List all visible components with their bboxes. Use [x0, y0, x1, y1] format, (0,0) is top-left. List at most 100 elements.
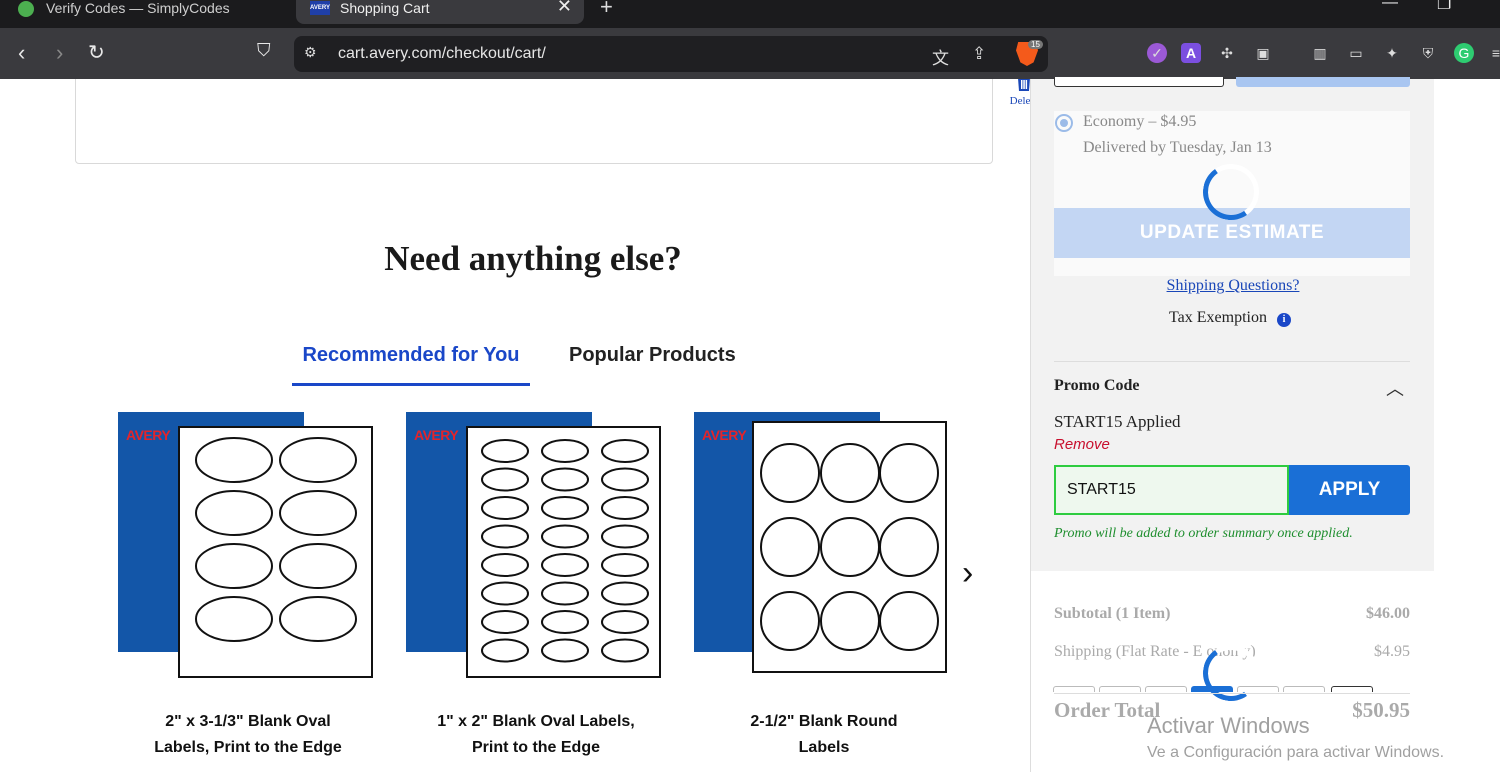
label-sheet — [178, 426, 373, 678]
extensions-puzzle-icon[interactable]: ✣ — [1217, 43, 1237, 63]
product-card[interactable]: AVERY 2" x 3-1/3" Blank Oval Labels, Pri… — [118, 412, 378, 756]
brand-text: AVERY — [126, 427, 171, 443]
leo-ai-icon[interactable]: ✦ — [1382, 43, 1402, 63]
oval-label-shape — [541, 610, 589, 634]
oval-label-shape — [481, 553, 529, 577]
promo-code-input[interactable] — [1054, 465, 1289, 515]
oval-label-shape — [541, 439, 589, 463]
vpn-shield-icon[interactable]: ⛨ — [1418, 43, 1438, 63]
subtotal-value: $46.00 — [1366, 605, 1410, 622]
oval-label-shape — [541, 581, 589, 606]
product-name-line: 1" x 2" Blank Oval Labels, — [437, 713, 635, 730]
extension-icon[interactable]: ✓ — [1147, 43, 1167, 63]
sidebar-icon[interactable]: ▥ — [1310, 43, 1330, 63]
promo-note: Promo will be added to order summary onc… — [1054, 526, 1353, 541]
grammarly-icon[interactable]: G — [1454, 43, 1474, 63]
close-icon[interactable]: ✕ — [557, 0, 572, 17]
payment-option[interactable] — [1283, 686, 1325, 692]
product-image[interactable]: AVERY — [118, 412, 378, 682]
oval-label-shape — [601, 610, 649, 634]
product-name[interactable]: 2" x 3-1/3" Blank Oval Labels, Print to … — [118, 709, 378, 761]
promo-code-title[interactable]: Promo Code — [1054, 377, 1139, 395]
product-card[interactable]: AVERY 1" x 2" Blank Oval Labels, Print t… — [406, 412, 666, 756]
trash-icon — [1018, 79, 1030, 91]
address-bar[interactable]: ⚙ cart.avery.com/checkout/cart/ 文 ⇪ 15 — [294, 36, 1048, 72]
shipping-option-label[interactable]: Economy – $4.95 — [1083, 113, 1196, 131]
product-image[interactable]: AVERY — [406, 412, 666, 682]
product-name[interactable]: 2-1/2" Blank Round Labels — [694, 709, 954, 761]
payment-option[interactable] — [1331, 686, 1373, 692]
shipping-radio[interactable] — [1055, 114, 1073, 132]
round-labels-icon — [760, 443, 939, 651]
brand-text: AVERY — [702, 427, 747, 443]
oval-label-shape — [481, 524, 529, 549]
estimate-button[interactable] — [1236, 77, 1410, 87]
product-image[interactable]: AVERY — [694, 412, 954, 682]
divider — [1054, 693, 1410, 694]
section-title: Need anything else? — [384, 239, 682, 278]
payment-option[interactable] — [1237, 686, 1279, 692]
delete-label: Delete — [1009, 95, 1030, 107]
oval-label-shape — [541, 524, 589, 549]
subtotal-label: Subtotal (1 Item) — [1054, 605, 1171, 622]
shipping-questions-link[interactable]: Shipping Questions? — [1031, 277, 1435, 295]
product-name[interactable]: 1" x 2" Blank Oval Labels, Print to the … — [406, 709, 666, 761]
main-content: Delete Need anything else? Recommended f… — [0, 79, 1030, 772]
bookmark-icon[interactable]: ⛉ — [257, 40, 271, 61]
oval-label-shape — [481, 439, 529, 463]
windows-activation-watermark: Activar Windows — [1147, 713, 1310, 738]
info-icon[interactable]: i — [1276, 313, 1291, 327]
payment-option[interactable] — [1145, 686, 1187, 692]
new-tab-icon[interactable]: + — [600, 0, 613, 20]
payment-option[interactable] — [1099, 686, 1141, 692]
avery-favicon-icon: AVERY — [310, 1, 330, 15]
restore-icon[interactable]: ❐ — [1437, 0, 1451, 14]
product-name-line: Labels, Print to the Edge — [154, 739, 342, 756]
forward-icon[interactable]: › — [56, 40, 63, 66]
browser-tabbar: Verify Codes — SimplyCodes AVERY Shoppin… — [0, 0, 1500, 28]
delete-button[interactable]: Delete — [1004, 79, 1030, 109]
oval-label-shape — [541, 467, 589, 492]
site-settings-icon[interactable]: ⚙ — [304, 44, 317, 61]
reader-icon[interactable]: ▣ — [1253, 43, 1273, 63]
remove-promo-link[interactable]: Remove — [1054, 436, 1110, 453]
divider — [1054, 361, 1410, 362]
menu-icon[interactable]: ≡ — [1486, 43, 1500, 63]
oval-label-shape — [481, 581, 529, 606]
tab-popular[interactable]: Popular Products — [569, 344, 736, 367]
back-icon[interactable]: ‹ — [18, 40, 25, 66]
order-total-value: $50.95 — [1352, 698, 1410, 722]
zip-input[interactable] — [1054, 77, 1224, 87]
chevron-up-icon[interactable]: ︿ — [1386, 375, 1404, 401]
avery-logo: AVERY — [414, 427, 459, 443]
chevron-right-icon[interactable]: › — [962, 554, 973, 593]
tab-recommended[interactable]: Recommended for You — [292, 344, 530, 386]
tab-shopping-cart[interactable]: AVERY Shopping Cart ✕ — [296, 0, 584, 24]
tab-title: Verify Codes — SimplyCodes — [46, 0, 230, 16]
payment-option[interactable] — [1053, 686, 1095, 692]
share-icon[interactable]: ⇪ — [972, 44, 986, 64]
small-oval-labels-icon — [481, 439, 649, 663]
oval-label-shape — [481, 496, 529, 520]
oval-label-shape — [481, 610, 529, 634]
shipping-value: $4.95 — [1374, 643, 1410, 660]
url-text[interactable]: cart.avery.com/checkout/cart/ — [338, 45, 546, 63]
payment-option[interactable] — [1191, 686, 1233, 692]
translate-icon[interactable]: 文 — [932, 44, 949, 69]
product-card[interactable]: AVERY 2-1/2" Blank Round Labels — [694, 412, 954, 756]
simplycodes-icon — [18, 1, 34, 17]
order-sidebar: Economy – $4.95 Delivered by Tuesday, Ja… — [1030, 77, 1435, 772]
tab-verify-codes[interactable]: Verify Codes — SimplyCodes — [0, 0, 290, 24]
oval-label-shape — [601, 496, 649, 520]
oval-label-shape — [541, 553, 589, 577]
windows-activation-hint: Ve a Configuración para activar Windows. — [1147, 744, 1445, 761]
minimize-icon[interactable]: — — [1382, 0, 1398, 12]
order-summary: Subtotal (1 Item) $46.00 Shipping (Flat … — [1031, 571, 1435, 772]
avery-logo: AVERY — [702, 427, 747, 443]
product-name-line: 2" x 3-1/3" Blank Oval — [165, 713, 331, 730]
wallet-icon[interactable]: ▭ — [1346, 43, 1366, 63]
tax-exemption[interactable]: Tax Exemption i — [1169, 309, 1291, 327]
reload-icon[interactable]: ↻ — [88, 40, 105, 65]
extension-a-icon[interactable]: A — [1181, 43, 1201, 63]
apply-button[interactable]: APPLY — [1289, 465, 1410, 515]
